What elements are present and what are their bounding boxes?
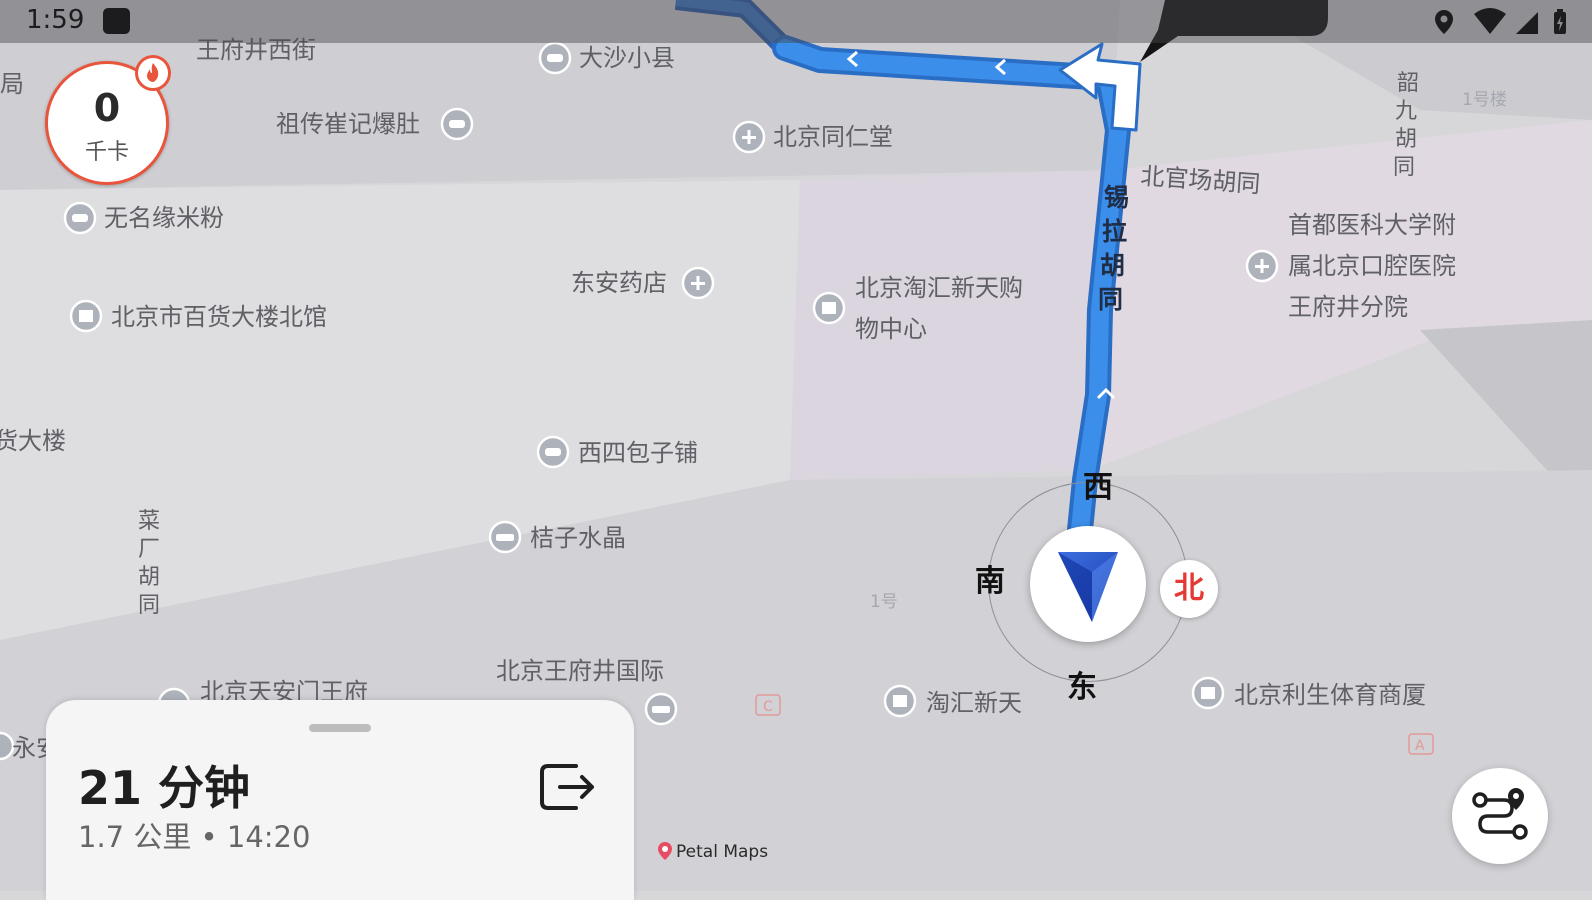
parking-a-letter: A bbox=[1415, 738, 1425, 754]
poi-juzi[interactable]: 桔子水晶 bbox=[488, 520, 626, 554]
poi-label: 东安药店 bbox=[571, 269, 667, 297]
drag-handle[interactable] bbox=[309, 724, 371, 732]
shopping-glyph bbox=[893, 695, 907, 707]
poi-label: 北京利生体育商厦 bbox=[1234, 681, 1426, 709]
svg-text:菜: 菜 bbox=[138, 509, 160, 534]
poi-label: 祖传崔记爆肚 bbox=[276, 110, 420, 138]
svg-text:九: 九 bbox=[1395, 99, 1417, 124]
svg-text:同: 同 bbox=[138, 593, 160, 618]
svg-text:韶: 韶 bbox=[1397, 71, 1419, 96]
poi-xisi[interactable]: 西四包子铺 bbox=[536, 435, 698, 469]
poi-label: 无名缘米粉 bbox=[104, 204, 224, 232]
calories-unit: 千卡 bbox=[84, 140, 129, 165]
navigation-arrow-icon bbox=[1058, 552, 1118, 622]
restaurant-glyph bbox=[449, 120, 465, 128]
petal-maps-logo-icon bbox=[658, 842, 672, 860]
poi-label: 属北京口腔医院 bbox=[1288, 252, 1456, 280]
shopping-glyph bbox=[79, 310, 93, 322]
calories-value: 0 bbox=[93, 86, 121, 130]
svg-text:同: 同 bbox=[1393, 155, 1415, 180]
poi-label: 北京市百货大楼北馆 bbox=[111, 303, 327, 331]
poi-label: 西四包子铺 bbox=[578, 439, 698, 467]
eta-distance-arrival: 1.7 公里 • 14:20 bbox=[78, 820, 311, 854]
location-icon bbox=[1435, 10, 1453, 34]
status-icons bbox=[1435, 8, 1566, 34]
edge-label: 局 bbox=[0, 70, 24, 98]
hotel-glyph bbox=[496, 534, 514, 541]
wifi-icon bbox=[1474, 8, 1506, 34]
building-label: 1号 bbox=[870, 592, 898, 612]
poi-dasha[interactable]: 大沙小县 bbox=[538, 41, 675, 75]
route-options-icon bbox=[1472, 788, 1528, 840]
poi-label: 北京王府井国际 bbox=[496, 657, 664, 685]
poi-label: 货大楼 bbox=[0, 427, 66, 455]
map-attribution: Petal Maps bbox=[658, 842, 768, 868]
poi-dongan[interactable]: 东安药店 bbox=[571, 266, 715, 300]
parking-c-letter: C bbox=[763, 699, 773, 715]
route-options-button[interactable] bbox=[1452, 768, 1548, 864]
building-label: 1号楼 bbox=[1462, 90, 1507, 110]
shopping-glyph bbox=[1201, 687, 1215, 699]
compass-west-label: 西 bbox=[1083, 470, 1113, 505]
poi-label: 大沙小县 bbox=[579, 44, 675, 72]
poi-tongrentang[interactable]: 北京同仁堂 bbox=[732, 120, 893, 154]
restaurant-glyph bbox=[547, 54, 563, 62]
signal-icon bbox=[1516, 12, 1538, 34]
poi-label: 桔子水晶 bbox=[530, 524, 626, 552]
notification-icon bbox=[103, 8, 130, 34]
battery-icon bbox=[1554, 9, 1566, 34]
restaurant-glyph bbox=[545, 448, 561, 456]
poi-label: 首都医科大学附 bbox=[1288, 211, 1456, 239]
compass-north-button[interactable]: 北 bbox=[1160, 560, 1218, 618]
block-center bbox=[790, 170, 1110, 480]
svg-text:胡: 胡 bbox=[1100, 251, 1125, 280]
hotel-glyph bbox=[652, 706, 670, 713]
svg-text:厂: 厂 bbox=[138, 537, 160, 562]
poi-label: 王府井分院 bbox=[1288, 293, 1408, 321]
eta-panel[interactable]: 21 分钟 1.7 公里 • 14:20 bbox=[46, 700, 634, 900]
svg-text:锡: 锡 bbox=[1104, 183, 1129, 212]
status-time: 1:59 bbox=[26, 5, 85, 35]
poi-label: 淘汇新天 bbox=[926, 689, 1022, 717]
restaurant-glyph bbox=[72, 214, 88, 222]
fire-icon bbox=[135, 55, 171, 91]
compass-east-label: 东 bbox=[1067, 670, 1097, 705]
status-bar: 1:59 bbox=[0, 0, 1592, 43]
poi-label: 北京淘汇新天购 bbox=[855, 274, 1023, 302]
poi-label: 物中心 bbox=[855, 315, 927, 343]
svg-text:拉: 拉 bbox=[1102, 217, 1127, 246]
eta-duration: 21 分钟 bbox=[78, 761, 251, 815]
poi-taohui2[interactable]: 淘汇新天 bbox=[883, 684, 1022, 718]
shopping-glyph bbox=[822, 302, 836, 314]
exit-navigation-button[interactable] bbox=[534, 754, 600, 820]
poi-wuming[interactable]: 无名缘米粉 bbox=[63, 201, 224, 235]
poi-label: 北京同仁堂 bbox=[773, 123, 893, 151]
compass-button[interactable] bbox=[1030, 526, 1146, 642]
svg-text:胡: 胡 bbox=[1395, 127, 1417, 152]
attribution-text: Petal Maps bbox=[676, 842, 769, 862]
svg-text:同: 同 bbox=[1098, 285, 1123, 314]
compass-south-label: 南 bbox=[975, 564, 1005, 599]
exit-icon bbox=[540, 764, 594, 810]
svg-text:胡: 胡 bbox=[138, 565, 160, 590]
